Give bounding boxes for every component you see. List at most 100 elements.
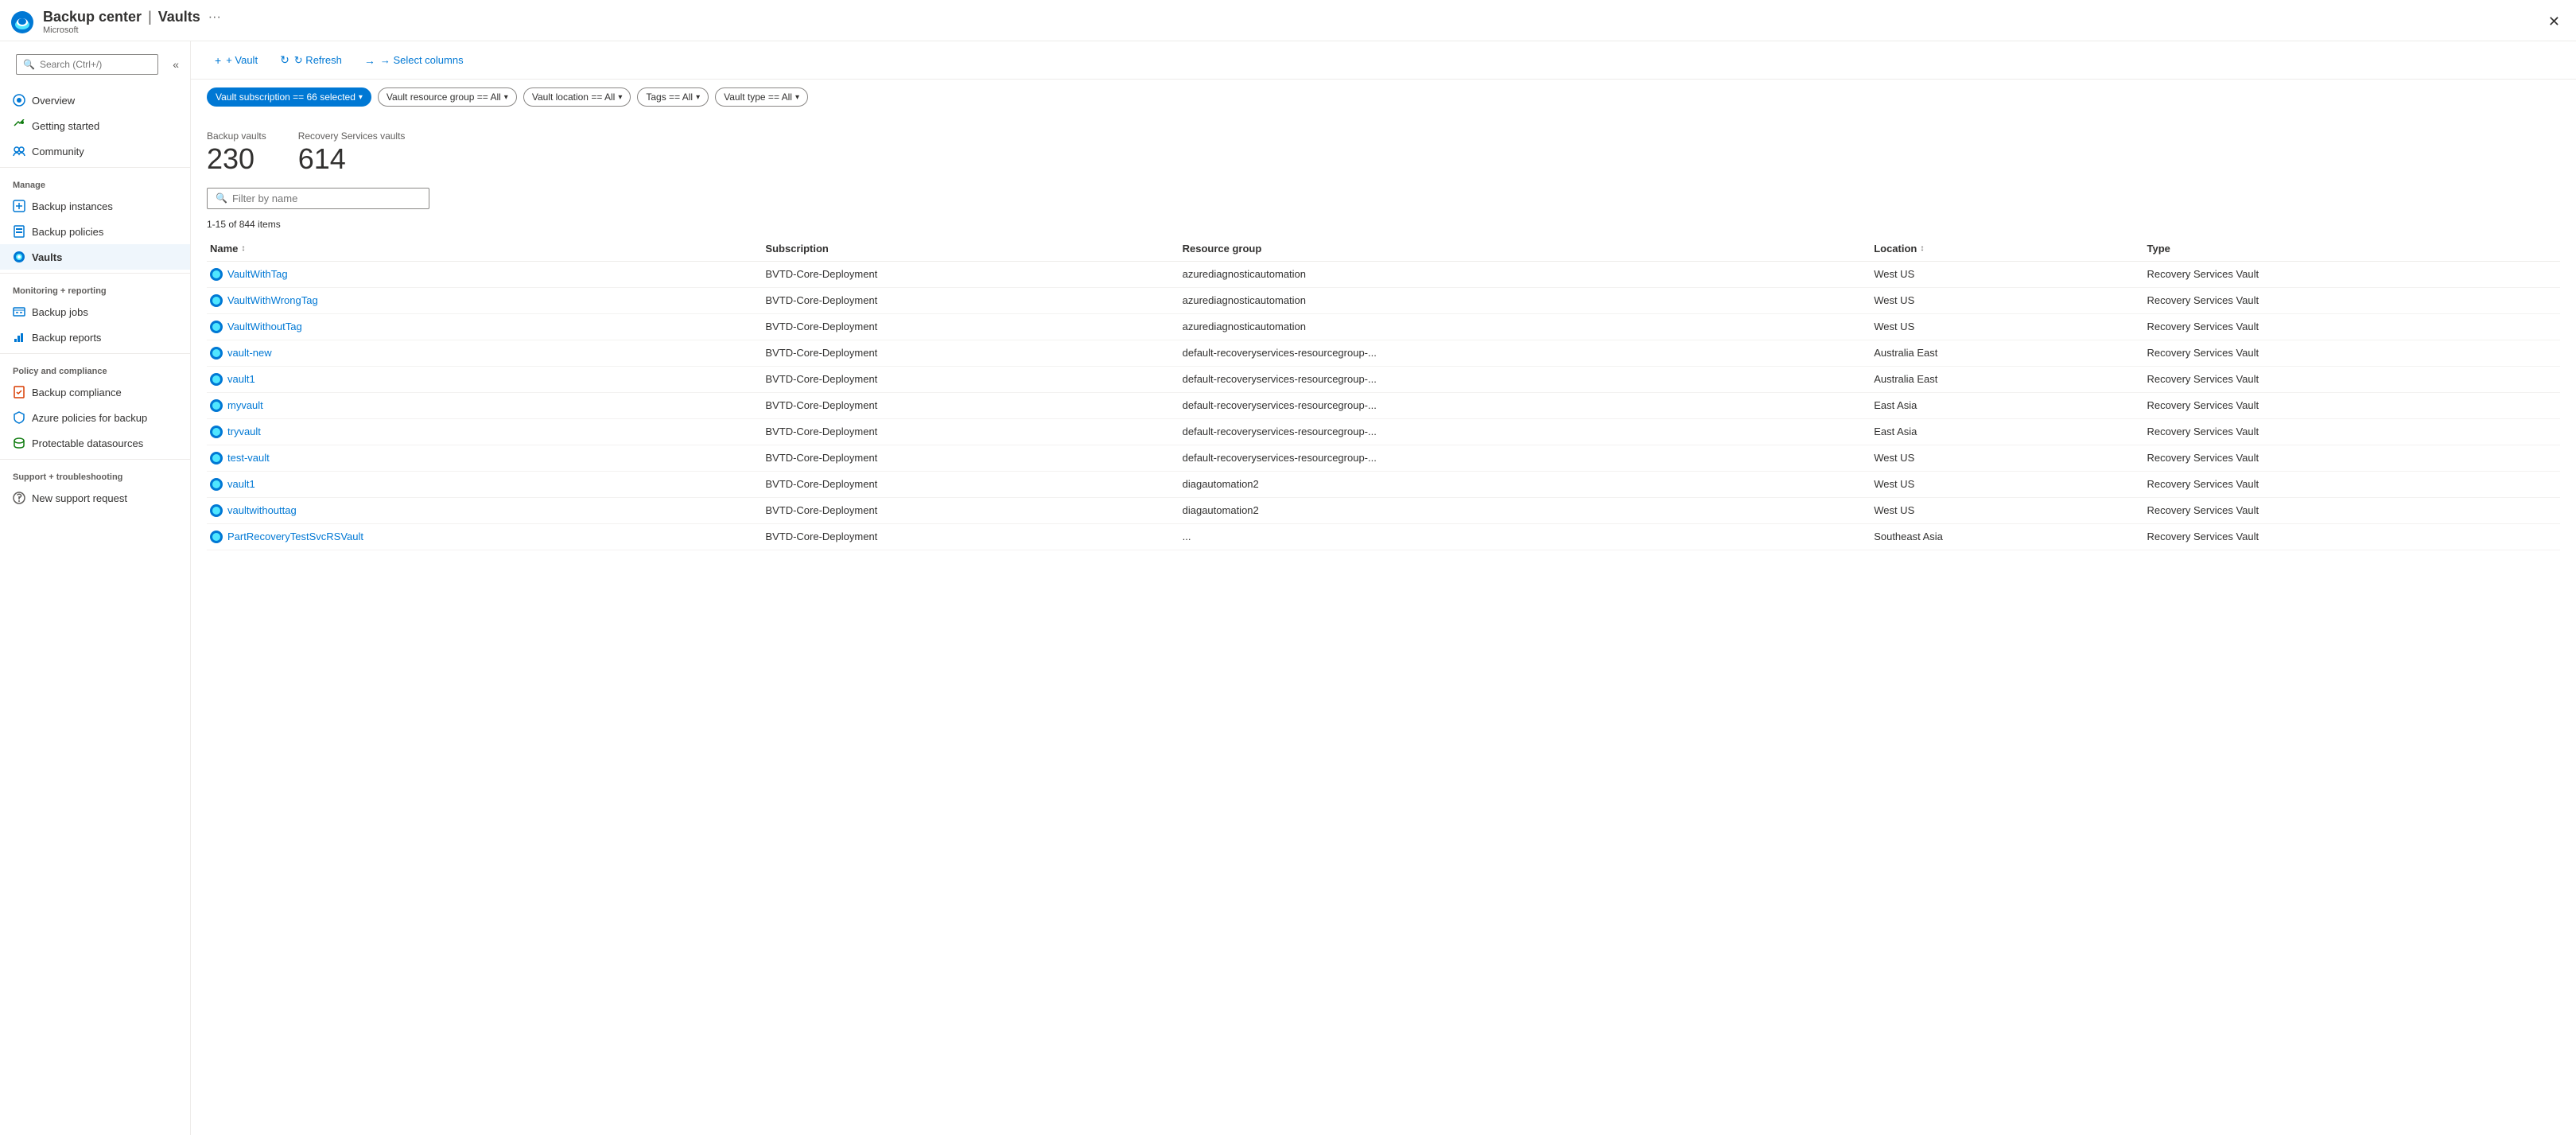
select-columns-button[interactable]: → → Select columns [356, 50, 472, 71]
vault-name-link[interactable]: vaultwithouttag [227, 504, 297, 516]
vault-button[interactable]: + + Vault [207, 50, 266, 71]
vaults-table: Name ↕ Subscription Resource group Locat… [207, 236, 2560, 550]
sidebar-item-backup-policies[interactable]: Backup policies [0, 219, 190, 244]
sidebar-item-protectable-datasources[interactable]: Protectable datasources [0, 430, 190, 456]
vault-name-link[interactable]: vault1 [227, 478, 255, 490]
stats-row: Backup vaults 230 Recovery Services vaul… [191, 115, 2576, 183]
backup-vaults-value: 230 [207, 143, 266, 175]
table-row: test-vault BVTD-Core-Deploymentdefault-r… [207, 445, 2560, 471]
backup-reports-icon [13, 331, 25, 344]
col-subscription[interactable]: Subscription [762, 236, 1179, 262]
sidebar-item-getting-started[interactable]: Getting started [0, 113, 190, 138]
filter-input-box[interactable]: 🔍 [207, 188, 429, 209]
section-support-label: Support + troubleshooting [0, 463, 190, 485]
filter-vault-type[interactable]: Vault type == All ▾ [715, 87, 808, 107]
backup-policies-icon [13, 225, 25, 238]
collapse-icon[interactable]: « [169, 55, 182, 74]
close-button[interactable]: ✕ [2542, 10, 2566, 33]
vault-name-link[interactable]: VaultWithWrongTag [227, 294, 318, 306]
table-row: tryvault BVTD-Core-Deploymentdefault-rec… [207, 418, 2560, 445]
filter-bar: Vault subscription == 66 selected ▾ Vaul… [191, 80, 2576, 115]
col-resource-group[interactable]: Resource group [1179, 236, 1871, 262]
table-cell-resource-group: diagautomation2 [1179, 471, 1871, 497]
table-cell-type: Recovery Services Vault [2143, 471, 2560, 497]
col-name[interactable]: Name ↕ [207, 236, 762, 262]
table-cell-type: Recovery Services Vault [2143, 445, 2560, 471]
search-input[interactable] [40, 59, 151, 70]
vault-name-link[interactable]: VaultWithoutTag [227, 321, 302, 332]
search-icon: 🔍 [23, 59, 35, 70]
filter-subscription-chevron: ▾ [359, 93, 363, 102]
sidebar-item-vaults[interactable]: Vaults [0, 244, 190, 270]
filter-type-chevron: ▾ [795, 93, 799, 102]
table-cell-subscription: BVTD-Core-Deployment [762, 523, 1179, 550]
table-cell-resource-group: azurediagnosticautomation [1179, 261, 1871, 287]
more-options-icon[interactable]: ··· [208, 10, 221, 25]
table-cell-resource-group: default-recoveryservices-resourcegroup-.… [1179, 392, 1871, 418]
filter-resource-group[interactable]: Vault resource group == All ▾ [378, 87, 517, 107]
table-cell-type: Recovery Services Vault [2143, 523, 2560, 550]
select-columns-icon: → [364, 54, 375, 67]
vault-name-link[interactable]: vault-new [227, 347, 272, 359]
section-monitoring-label: Monitoring + reporting [0, 277, 190, 299]
vault-name-link[interactable]: test-vault [227, 452, 270, 464]
col-type[interactable]: Type [2143, 236, 2560, 262]
table-cell-subscription: BVTD-Core-Deployment [762, 392, 1179, 418]
sidebar-item-backup-jobs[interactable]: Backup jobs [0, 299, 190, 325]
support-icon [13, 492, 25, 504]
sidebar-item-azure-policies[interactable]: Azure policies for backup [0, 405, 190, 430]
filter-subscription[interactable]: Vault subscription == 66 selected ▾ [207, 87, 371, 107]
col-location[interactable]: Location ↕ [1871, 236, 2143, 262]
sidebar-item-backup-compliance[interactable]: Backup compliance [0, 379, 190, 405]
vault-name-link[interactable]: VaultWithTag [227, 268, 288, 280]
filter-by-name-input[interactable] [232, 192, 421, 204]
table-row: VaultWithWrongTag BVTD-Core-Deploymentaz… [207, 287, 2560, 313]
table-row: PartRecoveryTestSvcRSVault BVTD-Core-Dep… [207, 523, 2560, 550]
vault-row-icon [210, 531, 223, 543]
sidebar-item-backup-instances[interactable]: Backup instances [0, 193, 190, 219]
table-cell-type: Recovery Services Vault [2143, 366, 2560, 392]
app-name: Backup center [43, 9, 142, 25]
vault-name-link[interactable]: myvault [227, 399, 263, 411]
vault-name-link[interactable]: vault1 [227, 373, 255, 385]
protectable-datasources-icon [13, 437, 25, 449]
filter-location[interactable]: Vault location == All ▾ [523, 87, 631, 107]
app-icon [10, 10, 35, 35]
table-cell-subscription: BVTD-Core-Deployment [762, 366, 1179, 392]
vault-row-icon [210, 399, 223, 412]
items-count: 1-15 of 844 items [191, 216, 2576, 236]
section-manage-label: Manage [0, 171, 190, 193]
vault-row-icon [210, 504, 223, 517]
filter-input-row: 🔍 [191, 183, 2576, 216]
sidebar-item-backup-reports[interactable]: Backup reports [0, 325, 190, 350]
table-row: VaultWithTag BVTD-Core-Deploymentazuredi… [207, 261, 2560, 287]
table-cell-location: West US [1871, 445, 2143, 471]
vault-row-icon [210, 478, 223, 491]
table-cell-location: Australia East [1871, 340, 2143, 366]
backup-jobs-icon [13, 305, 25, 318]
sidebar: 🔍 « Overview Getting started Community M… [0, 41, 191, 1135]
toolbar: + + Vault ↻ ↻ Refresh → → Select columns [191, 41, 2576, 80]
filter-rg-chevron: ▾ [504, 93, 508, 102]
vault-name-link[interactable]: PartRecoveryTestSvcRSVault [227, 531, 363, 542]
vault-row-icon [210, 294, 223, 307]
vault-name-link[interactable]: tryvault [227, 426, 261, 437]
table-row: vault-new BVTD-Core-Deploymentdefault-re… [207, 340, 2560, 366]
filter-tags[interactable]: Tags == All ▾ [637, 87, 709, 107]
section-policy-label: Policy and compliance [0, 357, 190, 379]
sidebar-item-new-support-request[interactable]: New support request [0, 485, 190, 511]
table-cell-resource-group: default-recoveryservices-resourcegroup-.… [1179, 366, 1871, 392]
refresh-button[interactable]: ↻ ↻ Refresh [272, 49, 350, 71]
table-cell-location: West US [1871, 287, 2143, 313]
sidebar-item-community[interactable]: Community [0, 138, 190, 164]
recovery-vaults-stat: Recovery Services vaults 614 [298, 130, 406, 175]
vault-icon: + [215, 54, 221, 67]
content-area: + + Vault ↻ ↻ Refresh → → Select columns… [191, 41, 2576, 1135]
vault-row-icon [210, 321, 223, 333]
search-box[interactable]: 🔍 [16, 54, 158, 75]
col-location-sort-icon: ↕ [1920, 244, 1924, 253]
table-cell-type: Recovery Services Vault [2143, 340, 2560, 366]
table-cell-location: West US [1871, 313, 2143, 340]
sidebar-item-overview[interactable]: Overview [0, 87, 190, 113]
table-cell-type: Recovery Services Vault [2143, 497, 2560, 523]
